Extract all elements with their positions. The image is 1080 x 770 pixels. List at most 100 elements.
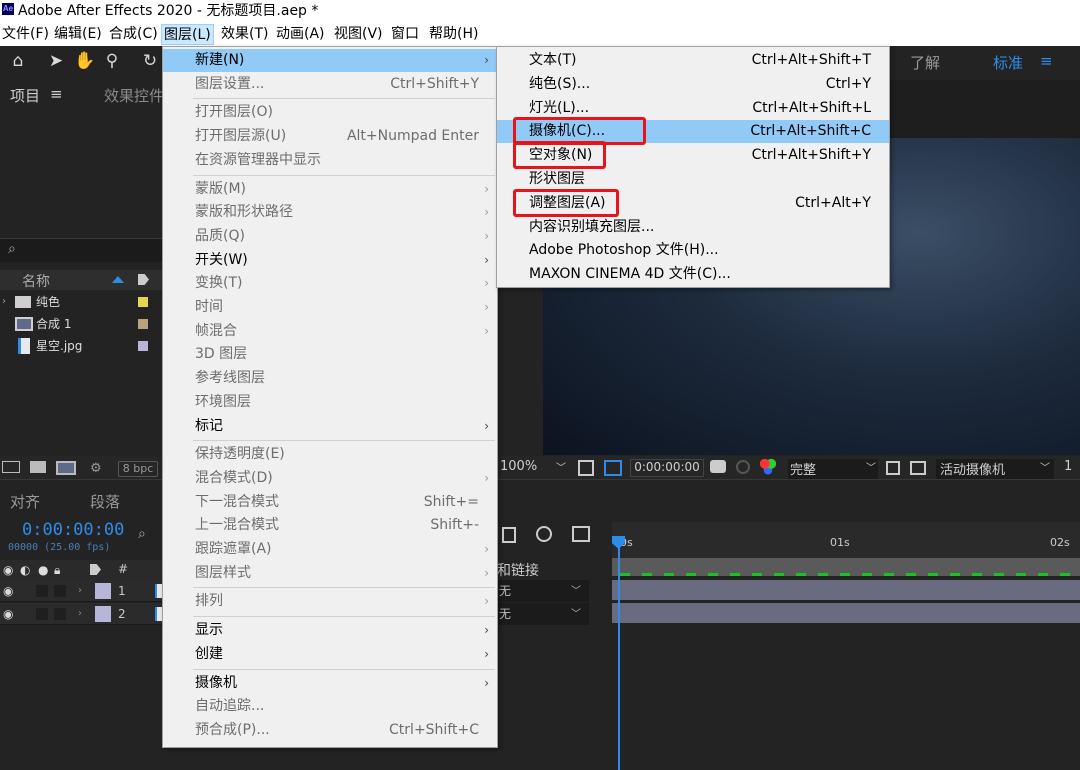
region-of-interest-icon[interactable] [578,460,594,476]
graph-editor-icon[interactable] [572,526,590,542]
lock-toggle[interactable] [54,585,66,597]
layer-menu-item-新建[interactable]: 新建(N) › [163,49,497,72]
menu-view[interactable]: 视图(V) [332,24,385,45]
align-tab[interactable]: 对齐 [10,491,40,512]
solo-toggle[interactable] [36,585,48,597]
lock-toggle[interactable] [54,608,66,620]
layer-menu-item-标记[interactable]: 标记 › [163,415,497,438]
hand-tool-icon[interactable]: ✋ [74,51,95,71]
new-folder-icon[interactable] [30,461,46,473]
new-menu-item-形状图层[interactable]: 形状图层 [497,168,889,191]
work-area-bar[interactable] [612,558,1080,576]
new-menu-item-空对象[interactable]: 空对象(N) Ctrl+Alt+Shift+Y [497,141,889,170]
new-menu-item-纯色[interactable]: 纯色(S)... Ctrl+Y [497,73,889,96]
layer-menu-item-开关[interactable]: 开关(W) › [163,249,497,272]
timeline-empty-area[interactable] [612,625,1080,770]
new-menu-item-调整图层[interactable]: 调整图层(A) Ctrl+Alt+Y [497,188,889,217]
chevron-down-icon[interactable]: ﹀ [866,459,876,474]
solo-switch-icon[interactable]: ● [38,563,48,577]
time-ruler[interactable]: 0s 01s 02s [612,522,1080,558]
menu-help[interactable]: 帮助(H) [427,24,480,45]
eye-icon[interactable]: ◉ [3,603,13,625]
layer-menu-item-排列: 排列 › [163,590,497,613]
project-tab-menu-icon[interactable]: ≡ [50,85,63,103]
resolution-dropdown[interactable]: 完整 [788,459,878,479]
toggle-grid-icon[interactable] [910,461,926,475]
zoom-dropdown[interactable]: 100% [500,459,537,474]
label-tag-icon[interactable] [90,564,101,575]
menu-layer[interactable]: 图层(L) [161,24,214,45]
expand-arrow-icon[interactable]: › [2,291,6,313]
menu-window[interactable]: 窗口 [389,24,421,45]
new-menu-item-摄像机[interactable]: 摄像机(C)... Ctrl+Alt+Shift+C [497,117,889,146]
layer-menu-item-显示[interactable]: 显示 › [163,619,497,642]
menu-composition[interactable]: 合成(C) [107,24,160,45]
rotate-tool-icon[interactable]: ↻ [140,51,160,71]
layer-label-color[interactable] [95,583,111,599]
audio-switch-icon[interactable]: ◐ [20,563,30,577]
menu-effect[interactable]: 效果(T) [219,24,270,45]
zoom-tool-icon[interactable]: ⚲ [102,51,122,71]
workspace-menu-icon[interactable]: ≡ [1040,52,1053,70]
layer-menu-item-创建[interactable]: 创建 › [163,643,497,666]
sort-ascending-icon[interactable] [112,276,124,283]
menu-file[interactable]: 文件(F) [0,24,51,45]
views-dropdown[interactable]: 1 [1064,459,1072,474]
project-item-comp[interactable]: 合成 1 [0,313,162,335]
composition-flowchart-icon[interactable] [502,527,516,543]
layer-duration-bar[interactable] [612,580,1080,600]
parent-dropdown[interactable]: 无 ﹀ [497,580,589,602]
label-tag-icon[interactable] [138,274,149,285]
viewer-timecode[interactable]: 0:00:00:00 [630,459,704,477]
project-tab[interactable]: 项目 [10,85,40,106]
layer-duration-bar[interactable] [612,603,1080,623]
project-item-solids[interactable]: › 纯色 [0,291,162,313]
transparency-grid-icon[interactable] [604,460,622,476]
paragraph-tab[interactable]: 段落 [90,491,120,512]
menu-animation[interactable]: 动画(A) [274,24,327,45]
layer-menu-item-摄像机[interactable]: 摄像机 › [163,672,497,695]
workspace-standard[interactable]: 标准 [993,52,1023,73]
eye-icon[interactable]: ◉ [3,580,13,602]
bit-depth-button[interactable]: 8 bpc [118,461,158,477]
timeline-timecode[interactable]: 0:00:00:00 [22,520,124,540]
lock-icon[interactable]: 🔒︎ [54,563,60,578]
fast-preview-icon[interactable] [886,461,900,475]
home-icon[interactable]: ⌂ [8,51,28,71]
selection-tool-icon[interactable]: ➤ [46,51,66,71]
label-color-swatch[interactable] [138,319,148,329]
motion-blur-icon[interactable] [536,526,552,542]
chevron-down-icon[interactable]: ﹀ [556,459,566,474]
expand-arrow-icon[interactable]: › [78,603,82,625]
menu-edit[interactable]: 编辑(E) [52,24,104,45]
active-camera-dropdown[interactable]: 活动摄像机 [936,459,1054,479]
parent-link-column[interactable]: 和链接 [497,560,539,580]
video-switch-icon[interactable]: ◉ [3,563,13,577]
color-channels-icon[interactable] [760,459,776,475]
parent-dropdown[interactable]: 无 ﹀ [497,603,589,625]
menu-item-label: 在资源管理器中显示 [195,151,321,168]
name-column-label[interactable]: 名称 [22,271,50,291]
label-color-swatch[interactable] [138,297,148,307]
layer-label-color[interactable] [95,606,111,622]
new-menu-item-文本[interactable]: 文本(T) Ctrl+Alt+Shift+T [497,49,889,72]
new-menu-item-MAXON-CINEMA-4D-文件[interactable]: MAXON CINEMA 4D 文件(C)... [497,263,889,286]
show-snapshot-icon[interactable] [736,460,750,474]
label-color-swatch[interactable] [138,341,148,351]
project-settings-icon[interactable]: ⚙ [90,461,102,476]
new-menu-item-灯光[interactable]: 灯光(L)... Ctrl+Alt+Shift+L [497,97,889,120]
new-menu-item-内容识别填充图层[interactable]: 内容识别填充图层... [497,216,889,239]
current-time-indicator[interactable] [618,538,620,770]
solo-toggle[interactable] [36,608,48,620]
chevron-down-icon[interactable]: ﹀ [1040,459,1050,474]
new-menu-item-Adobe-Photoshop-文件[interactable]: Adobe Photoshop 文件(H)... [497,239,889,262]
new-composition-icon[interactable] [56,461,76,475]
effects-controls-tab[interactable]: 效果控件 [104,85,164,106]
workspace-learn[interactable]: 了解 [910,52,940,73]
snapshot-camera-icon[interactable] [710,460,726,473]
project-item-image[interactable]: 星空.jpg [0,335,162,357]
timeline-search-icon[interactable]: ⌕ [138,526,146,542]
project-search-input[interactable]: ⌕ [0,238,162,262]
interpret-footage-icon[interactable] [2,461,20,473]
expand-arrow-icon[interactable]: › [78,580,82,602]
